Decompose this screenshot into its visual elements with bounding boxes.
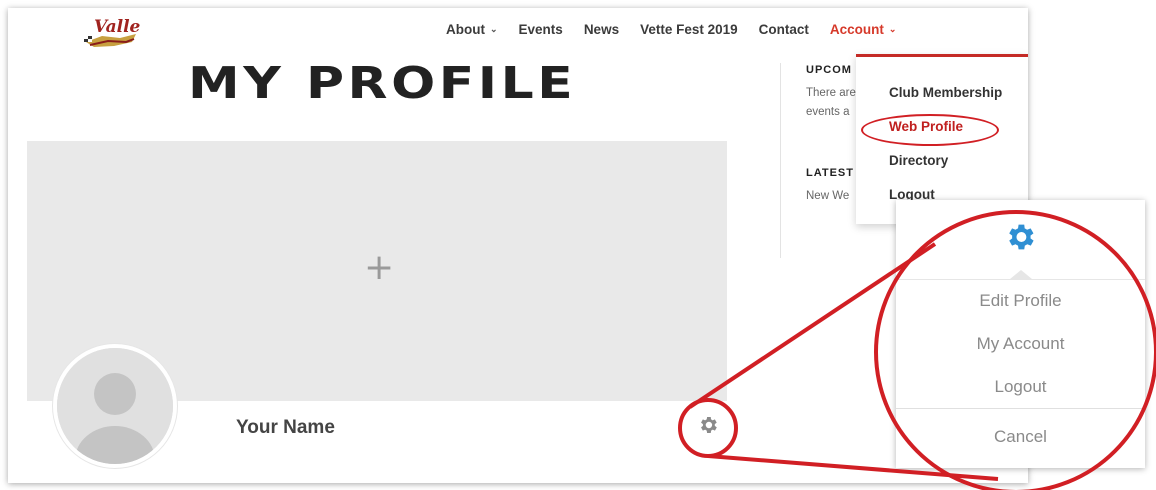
gear-icon[interactable] bbox=[1003, 220, 1037, 254]
upcoming-events-heading: UPCOM bbox=[806, 64, 852, 76]
nav-events-label: Events bbox=[518, 22, 563, 37]
my-account-option[interactable]: My Account bbox=[896, 334, 1145, 354]
sidebar-divider bbox=[780, 63, 781, 258]
profile-actions-menu: Edit Profile My Account Logout Cancel bbox=[896, 279, 1145, 464]
latest-news-text[interactable]: New We bbox=[806, 187, 849, 206]
nav-contact[interactable]: Contact bbox=[759, 22, 809, 37]
profile-actions-zoom: Edit Profile My Account Logout Cancel bbox=[896, 200, 1145, 468]
menu-divider bbox=[896, 408, 1145, 409]
nav-news-label: News bbox=[583, 22, 620, 37]
valley-corvette-logo[interactable]: Valley bbox=[80, 12, 140, 54]
gear-icon[interactable] bbox=[697, 414, 719, 436]
nav-events[interactable]: Events bbox=[519, 22, 563, 37]
chevron-down-icon: ⌄ bbox=[489, 24, 498, 34]
page-title: MY PROFILE bbox=[188, 58, 577, 109]
dropdown-caret bbox=[1010, 270, 1032, 279]
nav-about[interactable]: About ⌄ bbox=[446, 22, 498, 37]
chevron-down-icon: ⌄ bbox=[888, 24, 897, 34]
plus-icon: + bbox=[364, 247, 395, 288]
website-screenshot: Valley About ⌄ Events News Vette Fest 20… bbox=[8, 8, 1028, 483]
svg-text:Valley: Valley bbox=[94, 17, 140, 37]
main-nav: About ⌄ Events News Vette Fest 2019 Cont… bbox=[446, 22, 896, 37]
latest-news-heading: LATEST bbox=[806, 167, 854, 179]
nav-contact-label: Contact bbox=[758, 22, 809, 37]
nav-account[interactable]: Account ⌄ bbox=[830, 22, 897, 37]
highlight-ring bbox=[861, 114, 999, 146]
edit-profile-option[interactable]: Edit Profile bbox=[896, 291, 1145, 311]
menu-club-membership[interactable]: Club Membership bbox=[889, 85, 1002, 100]
nav-news[interactable]: News bbox=[584, 22, 619, 37]
upcoming-events-text-2: events a bbox=[806, 106, 850, 118]
menu-directory[interactable]: Directory bbox=[889, 153, 948, 168]
user-silhouette-icon bbox=[57, 348, 173, 464]
cancel-option[interactable]: Cancel bbox=[896, 427, 1145, 447]
upcoming-events-text: There are bbox=[806, 87, 856, 99]
account-dropdown: Club Membership Web Profile Directory Lo… bbox=[856, 54, 1028, 224]
header: Valley About ⌄ Events News Vette Fest 20… bbox=[8, 8, 1028, 56]
nav-vette-fest-label: Vette Fest 2019 bbox=[640, 22, 738, 37]
nav-account-label: Account bbox=[829, 22, 884, 37]
avatar[interactable] bbox=[53, 344, 177, 468]
nav-about-label: About bbox=[446, 22, 485, 37]
nav-vette-fest[interactable]: Vette Fest 2019 bbox=[640, 22, 738, 37]
profile-name: Your Name bbox=[236, 417, 335, 438]
logout-option[interactable]: Logout bbox=[896, 377, 1145, 397]
